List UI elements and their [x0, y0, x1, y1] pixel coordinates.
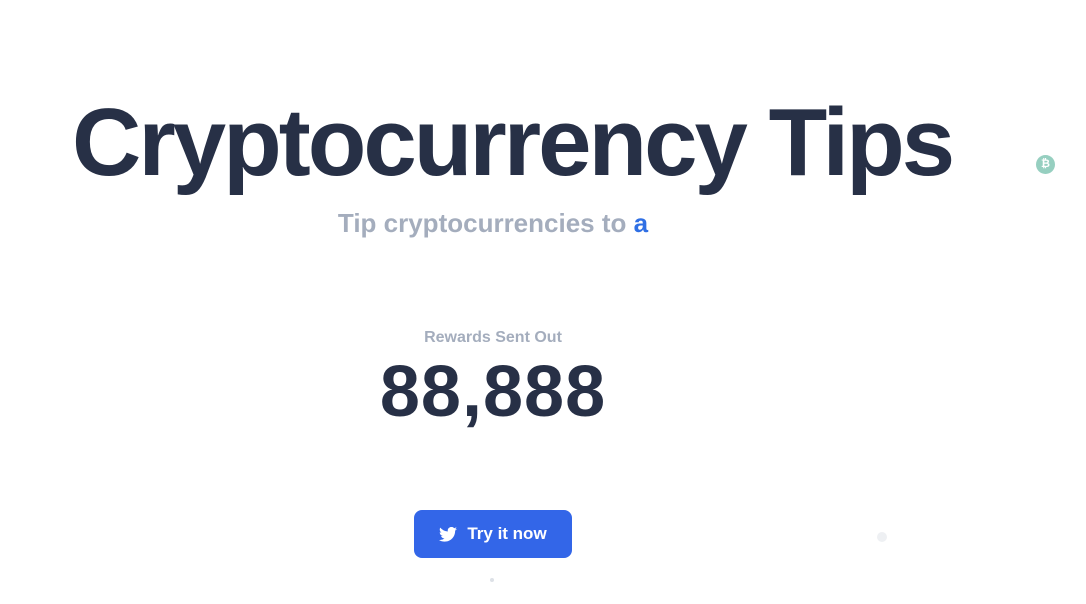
rewards-counter: 88,888 [379, 352, 607, 432]
landing-page: Cryptocurrency Tips Tip cryptocurrencies… [0, 0, 1086, 604]
try-it-now-label: Try it now [467, 524, 547, 543]
subtitle-text: Tip cryptocurrencies to [337, 208, 634, 238]
page-title: Cryptocurrency Tips [72, 89, 955, 196]
twitter-icon [439, 526, 458, 542]
subtitle-typed-text: a [633, 208, 649, 238]
decorative-dot-small [490, 578, 494, 582]
rewards-label: Rewards Sent Out [424, 329, 562, 346]
decorative-dot [877, 532, 887, 542]
bitcoin-coin-icon: ₿ [1036, 155, 1055, 174]
hero-subtitle: Tip cryptocurrencies to a [0, 207, 986, 239]
try-it-now-button[interactable]: Try it now [414, 510, 572, 558]
